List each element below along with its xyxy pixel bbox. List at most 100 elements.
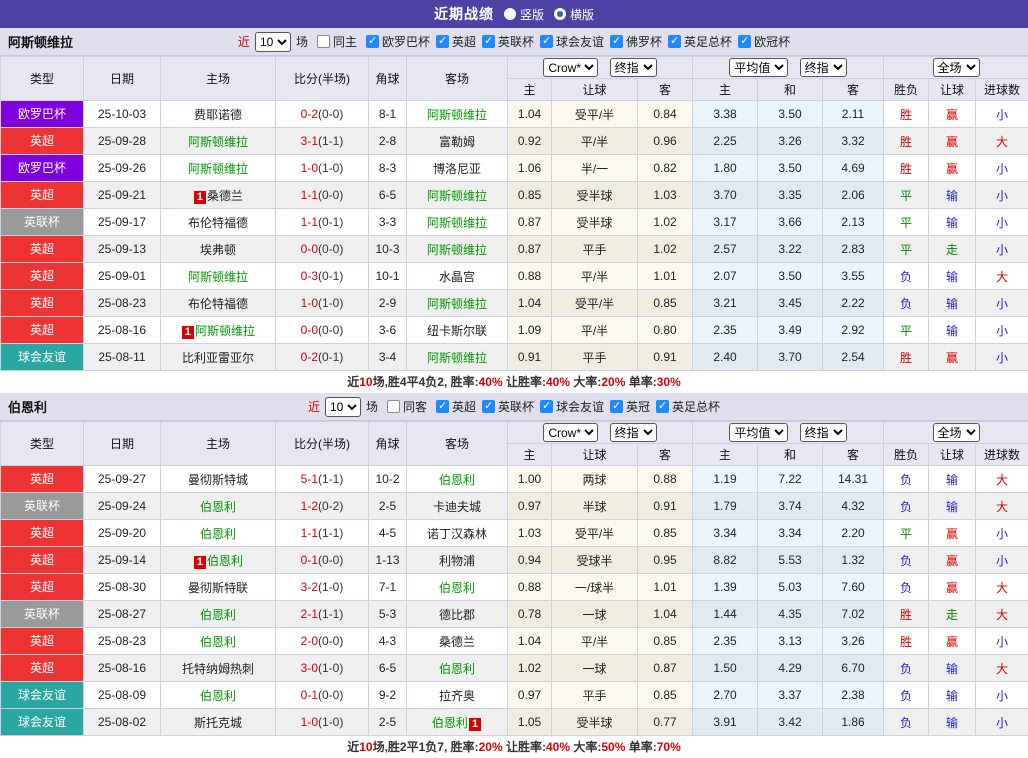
league-type-cell[interactable]: 欧罗巴杯 bbox=[1, 155, 84, 182]
odds-stage-select[interactable]: 终指 bbox=[610, 58, 657, 77]
competition-checkbox[interactable]: 英联杯 bbox=[476, 398, 534, 415]
away-team-cell: 阿斯顿维拉 bbox=[407, 182, 508, 209]
league-type-cell[interactable]: 英超 bbox=[1, 236, 84, 263]
odds-provider-select[interactable]: Crow* bbox=[543, 423, 598, 442]
team-link[interactable]: 卡迪夫城 bbox=[433, 500, 481, 514]
league-type-cell[interactable]: 英超 bbox=[1, 128, 84, 155]
avg-odds-select[interactable]: 平均值 bbox=[729, 423, 788, 442]
league-type-cell[interactable]: 英超 bbox=[1, 655, 84, 682]
league-type-cell[interactable]: 英超 bbox=[1, 263, 84, 290]
competition-checkbox[interactable]: 球会友谊 bbox=[534, 33, 604, 50]
team-link[interactable]: 比利亚雷亚尔 bbox=[182, 351, 254, 365]
team-link[interactable]: 诺丁汉森林 bbox=[427, 527, 487, 541]
team-link[interactable]: 伯恩利 bbox=[439, 473, 475, 487]
competition-checkbox[interactable]: 欧罗巴杯 bbox=[360, 33, 430, 50]
handicap-cell: 一球 bbox=[552, 601, 638, 628]
league-badge: 英超 bbox=[1, 263, 83, 289]
team-link[interactable]: 水晶宫 bbox=[439, 270, 475, 284]
league-type-cell[interactable]: 英超 bbox=[1, 574, 84, 601]
team-link[interactable]: 阿斯顿维拉 bbox=[188, 270, 248, 284]
home-odds-cell: 0.92 bbox=[508, 128, 552, 155]
handicap-cell: 受平/半 bbox=[552, 290, 638, 317]
league-type-cell[interactable]: 欧罗巴杯 bbox=[1, 101, 84, 128]
team-link[interactable]: 德比郡 bbox=[439, 608, 475, 622]
league-type-cell[interactable]: 英超 bbox=[1, 182, 84, 209]
competition-checkbox[interactable]: 英联杯 bbox=[476, 33, 534, 50]
team-link[interactable]: 伯恩利 bbox=[207, 554, 243, 568]
competition-checkbox[interactable]: 英冠 bbox=[604, 398, 650, 415]
fulltime-score: 0-0 bbox=[301, 242, 318, 256]
competition-checkbox[interactable]: 欧冠杯 bbox=[732, 33, 790, 50]
score-cell: 1-1(0-0) bbox=[276, 182, 369, 209]
match-count-select[interactable]: 10 bbox=[255, 32, 291, 52]
team-link[interactable]: 拉齐奥 bbox=[439, 689, 475, 703]
team-link[interactable]: 阿斯顿维拉 bbox=[427, 297, 487, 311]
team-link[interactable]: 伯恩利 bbox=[439, 581, 475, 595]
competition-checkbox[interactable]: 佛罗杯 bbox=[604, 33, 662, 50]
team-link[interactable]: 阿斯顿维拉 bbox=[427, 216, 487, 230]
competition-checkbox[interactable]: 英足总杯 bbox=[650, 398, 720, 415]
team-link[interactable]: 托特纳姆热刺 bbox=[182, 662, 254, 676]
competition-checkbox[interactable]: 英超 bbox=[430, 33, 476, 50]
layout-vertical-radio[interactable]: 竖版 bbox=[504, 6, 544, 23]
team-link[interactable]: 斯托克城 bbox=[194, 716, 242, 730]
team-link[interactable]: 伯恩利 bbox=[200, 689, 236, 703]
competition-checkbox[interactable]: 球会友谊 bbox=[534, 398, 604, 415]
team-link[interactable]: 阿斯顿维拉 bbox=[195, 324, 255, 338]
league-type-cell[interactable]: 英联杯 bbox=[1, 209, 84, 236]
league-type-cell[interactable]: 英超 bbox=[1, 466, 84, 493]
goals-cell: 大 bbox=[976, 655, 1028, 682]
team-link[interactable]: 阿斯顿维拉 bbox=[188, 162, 248, 176]
team-link[interactable]: 费耶诺德 bbox=[194, 108, 242, 122]
team-link[interactable]: 伯恩利 bbox=[200, 500, 236, 514]
league-type-cell[interactable]: 英超 bbox=[1, 547, 84, 574]
team-link[interactable]: 桑德兰 bbox=[207, 189, 243, 203]
team-link[interactable]: 博洛尼亚 bbox=[433, 162, 481, 176]
layout-horizontal-radio[interactable]: 横版 bbox=[554, 6, 594, 23]
team-link[interactable]: 阿斯顿维拉 bbox=[427, 189, 487, 203]
league-type-cell[interactable]: 英联杯 bbox=[1, 493, 84, 520]
league-type-cell[interactable]: 英超 bbox=[1, 317, 84, 344]
team-link[interactable]: 伯恩利 bbox=[200, 608, 236, 622]
team-link[interactable]: 富勒姆 bbox=[439, 135, 475, 149]
team-link[interactable]: 利物浦 bbox=[439, 554, 475, 568]
team-link[interactable]: 伯恩利 bbox=[200, 527, 236, 541]
team-link[interactable]: 阿斯顿维拉 bbox=[427, 108, 487, 122]
team-link[interactable]: 纽卡斯尔联 bbox=[427, 324, 487, 338]
league-type-cell[interactable]: 英超 bbox=[1, 290, 84, 317]
team-link[interactable]: 布伦特福德 bbox=[188, 297, 248, 311]
competition-checkbox[interactable]: 英超 bbox=[430, 398, 476, 415]
avg-odds-select[interactable]: 平均值 bbox=[729, 58, 788, 77]
period-select[interactable]: 全场 bbox=[933, 423, 980, 442]
team-link[interactable]: 伯恩利 bbox=[439, 662, 475, 676]
team-link[interactable]: 布伦特福德 bbox=[188, 216, 248, 230]
league-type-cell[interactable]: 英联杯 bbox=[1, 601, 84, 628]
avg-stage-select[interactable]: 终指 bbox=[800, 58, 847, 77]
league-type-cell[interactable]: 球会友谊 bbox=[1, 709, 84, 736]
same-venue-checkbox[interactable]: 同主 bbox=[311, 33, 357, 50]
period-select[interactable]: 全场 bbox=[933, 58, 980, 77]
avg-stage-select[interactable]: 终指 bbox=[800, 423, 847, 442]
date-cell: 25-08-27 bbox=[84, 601, 161, 628]
team-link[interactable]: 阿斯顿维拉 bbox=[427, 243, 487, 257]
odds-provider-select[interactable]: Crow* bbox=[543, 58, 598, 77]
team-link[interactable]: 曼彻斯特联 bbox=[188, 581, 248, 595]
league-type-cell[interactable]: 英超 bbox=[1, 520, 84, 547]
team-link[interactable]: 埃弗顿 bbox=[200, 243, 236, 257]
league-type-cell[interactable]: 英超 bbox=[1, 628, 84, 655]
league-type-cell[interactable]: 球会友谊 bbox=[1, 344, 84, 371]
team-link[interactable]: 桑德兰 bbox=[439, 635, 475, 649]
team-link[interactable]: 伯恩利 bbox=[200, 635, 236, 649]
team-link[interactable]: 伯恩利 bbox=[432, 716, 468, 730]
avg-away-cell: 2.11 bbox=[823, 101, 884, 128]
team-link[interactable]: 阿斯顿维拉 bbox=[188, 135, 248, 149]
odds-stage-select[interactable]: 终指 bbox=[610, 423, 657, 442]
match-count-select[interactable]: 10 bbox=[325, 397, 361, 417]
team-link[interactable]: 曼彻斯特城 bbox=[188, 473, 248, 487]
avg-draw-cell: 3.34 bbox=[758, 520, 823, 547]
league-type-cell[interactable]: 球会友谊 bbox=[1, 682, 84, 709]
team-link[interactable]: 阿斯顿维拉 bbox=[427, 351, 487, 365]
competition-checkbox[interactable]: 英足总杯 bbox=[662, 33, 732, 50]
same-venue-checkbox[interactable]: 同客 bbox=[381, 398, 427, 415]
avg-draw-cell: 3.13 bbox=[758, 628, 823, 655]
